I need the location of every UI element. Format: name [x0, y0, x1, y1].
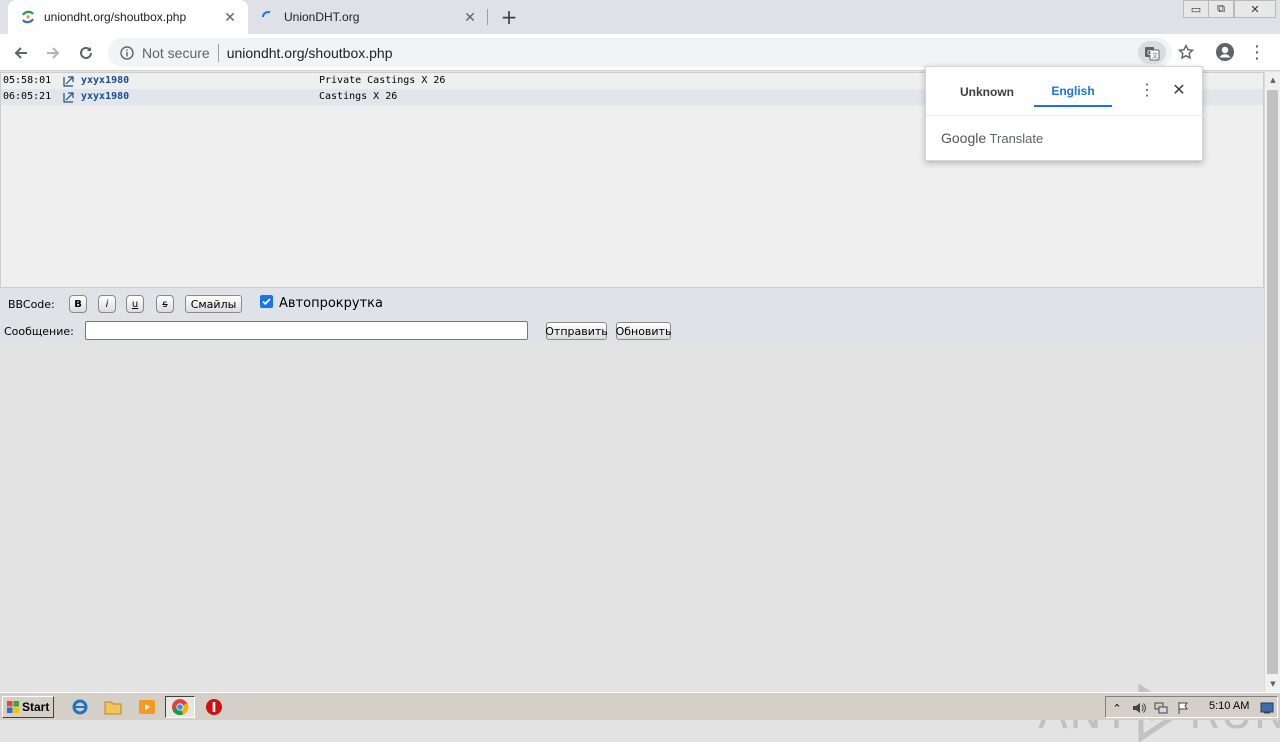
action-center-flag-icon[interactable] [1174, 699, 1192, 717]
message-label: Сообщение: [4, 325, 74, 338]
start-button[interactable]: Start [2, 696, 54, 718]
loading-spinner-icon [260, 9, 276, 25]
back-button[interactable] [8, 40, 34, 66]
omnibox-divider [217, 43, 219, 62]
arrow-right-icon [47, 47, 60, 59]
network-icon[interactable] [1152, 699, 1170, 717]
shoutbox-controls: BBCode: B i u s Смайлы Автопрокрутка Соо… [0, 288, 1264, 344]
media-player-icon[interactable] [137, 697, 157, 717]
message-time: 05:58:01 [3, 75, 52, 86]
scroll-thumb[interactable] [1267, 90, 1278, 674]
tab-close-icon[interactable]: ✕ [220, 7, 240, 27]
forward-button[interactable] [40, 40, 66, 66]
italic-button[interactable]: i [98, 295, 116, 313]
translate-popup: Unknown English ⋮ ✕ Google Translate [925, 66, 1204, 161]
refresh-button[interactable]: Обновить [616, 322, 671, 340]
vertical-scrollbar[interactable]: ▲ ▼ [1264, 72, 1280, 692]
volume-icon[interactable] [1130, 699, 1148, 717]
target-language-tab[interactable]: English [1034, 77, 1112, 107]
google-wordmark: Google [941, 130, 987, 146]
close-window-button[interactable]: ✕ [1234, 0, 1276, 18]
internet-explorer-icon[interactable] [70, 697, 90, 717]
restore-button[interactable]: ⧉ [1208, 0, 1234, 18]
bbcode-label: BBCode: [8, 298, 55, 311]
arrow-left-icon [14, 47, 27, 59]
info-icon[interactable] [118, 44, 136, 62]
google-translate-brand: Google Translate [941, 130, 1043, 146]
start-label: Start [22, 700, 50, 714]
strikethrough-button[interactable]: s [156, 295, 174, 313]
stop-icon[interactable] [204, 697, 224, 717]
smiles-button[interactable]: Смайлы [185, 295, 242, 313]
kebab-menu-icon[interactable]: ⋮ [1248, 41, 1266, 63]
minimize-button[interactable]: ▭ [1183, 0, 1209, 18]
translate-wordmark: Translate [989, 131, 1044, 146]
tab-strip: uniondht.org/shoutbox.php ✕ UnionDHT.org… [0, 0, 1280, 34]
page-content: 05:58:01 yxyx1980 Private Castings X 26 … [0, 72, 1280, 742]
reload-button[interactable] [73, 40, 99, 66]
windows-taskbar: Start ⌃ 5:10 AM [0, 692, 1280, 720]
site-favicon-icon [20, 9, 36, 25]
url-text[interactable]: uniondht.org/shoutbox.php [227, 45, 393, 61]
chrome-taskbar-icon[interactable] [165, 696, 195, 718]
popup-divider [926, 115, 1204, 116]
tab-shoutbox[interactable]: uniondht.org/shoutbox.php ✕ [8, 0, 248, 34]
tab-close-icon[interactable]: ✕ [460, 7, 480, 27]
tab-uniondht[interactable]: UnionDHT.org ✕ [248, 0, 488, 34]
new-tab-button[interactable]: + [498, 5, 520, 29]
profile-avatar-icon[interactable] [1214, 41, 1236, 63]
reply-arrow-icon[interactable] [63, 76, 75, 87]
autoscroll-label[interactable]: Автопрокрутка [279, 296, 383, 311]
message-username[interactable]: yxyx1980 [81, 73, 129, 89]
bold-button[interactable]: B [69, 295, 87, 313]
tab-title: uniondht.org/shoutbox.php [44, 10, 187, 24]
tab-title: UnionDHT.org [284, 10, 360, 24]
message-input[interactable] [85, 321, 528, 340]
message-text: Private Castings X 26 [319, 75, 446, 86]
message-username[interactable]: yxyx1980 [81, 89, 129, 105]
close-icon[interactable]: ✕ [1170, 81, 1188, 99]
reload-icon [80, 46, 92, 59]
security-label: Not secure [142, 44, 210, 61]
tray-expand-icon[interactable]: ⌃ [1108, 699, 1126, 717]
underline-button[interactable]: u [126, 295, 144, 313]
send-button[interactable]: Отправить [545, 322, 608, 340]
checkmark-icon [262, 298, 271, 306]
explorer-folder-icon[interactable] [103, 697, 123, 717]
bookmark-star-icon[interactable] [1176, 42, 1196, 62]
message-time: 06:05:21 [3, 91, 52, 102]
show-desktop-icon[interactable] [1258, 699, 1276, 717]
message-text: Castings X 26 [319, 91, 398, 102]
scroll-down-icon[interactable]: ▼ [1265, 676, 1280, 692]
clock[interactable]: 5:10 AM [1209, 700, 1249, 712]
source-language-tab[interactable]: Unknown [942, 77, 1032, 107]
reply-arrow-icon[interactable] [63, 92, 75, 103]
system-tray: ⌃ 5:10 AM [1105, 696, 1278, 718]
tab-separator [487, 9, 488, 25]
scroll-up-icon[interactable]: ▲ [1265, 72, 1280, 88]
autoscroll-checkbox[interactable] [260, 295, 273, 308]
more-options-icon[interactable]: ⋮ [1139, 81, 1155, 99]
address-bar[interactable]: Not secure uniondht.org/shoutbox.php G文 [108, 38, 1172, 67]
translate-icon[interactable]: G文 [1138, 41, 1166, 64]
svg-text:文: 文 [1152, 52, 1158, 60]
windows-flag-icon [7, 701, 19, 713]
